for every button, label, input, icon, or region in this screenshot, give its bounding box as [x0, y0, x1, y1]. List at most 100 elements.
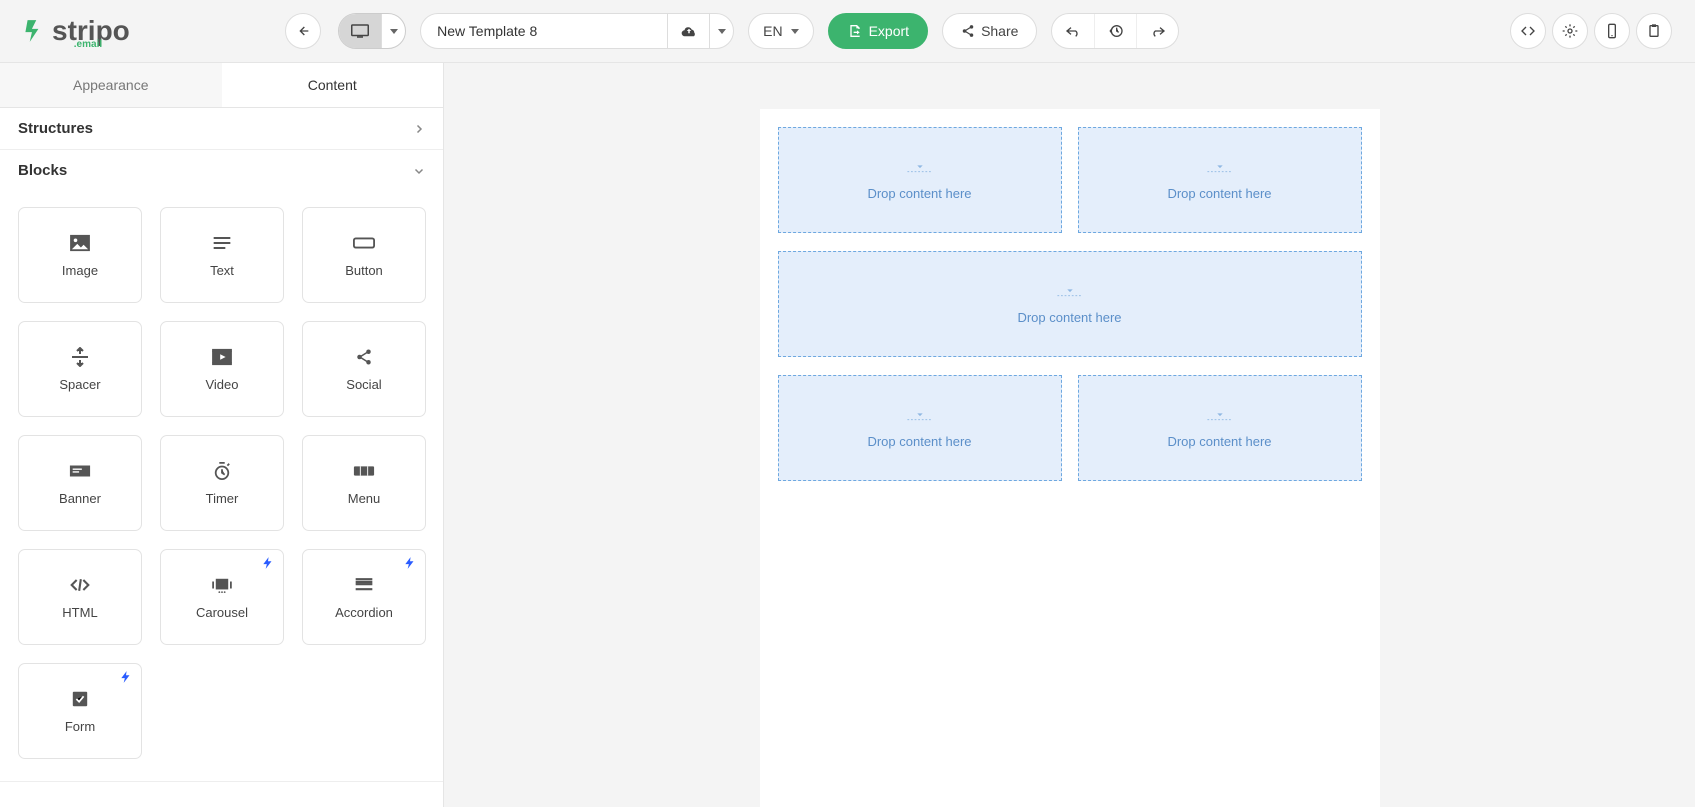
drop-text: Drop content here	[867, 434, 971, 449]
mobile-icon	[1604, 23, 1620, 39]
desktop-icon	[351, 24, 369, 38]
html-icon	[70, 577, 90, 593]
export-icon	[847, 23, 863, 39]
section-structures: Structures	[0, 108, 443, 150]
block-label: Timer	[206, 491, 239, 506]
history-icon	[1108, 23, 1124, 39]
drop-placeholder-icon	[1206, 408, 1234, 426]
chevron-down-icon	[390, 29, 398, 34]
structures-toggle[interactable]: Structures	[0, 108, 443, 149]
block-label: Spacer	[59, 377, 100, 392]
form-icon	[71, 690, 89, 708]
amp-bolt-icon	[261, 556, 275, 570]
device-preview-toggle	[338, 13, 406, 49]
block-button[interactable]: Button	[302, 207, 426, 303]
block-video[interactable]: Video	[160, 321, 284, 417]
drop-zone[interactable]: Drop content here	[1078, 375, 1362, 481]
history-group	[1051, 13, 1179, 49]
section-blocks: Blocks Image Text Button Spac	[0, 150, 443, 782]
language-label: EN	[763, 23, 782, 39]
blocks-grid: Image Text Button Spacer Video	[0, 191, 443, 781]
drop-placeholder-icon	[906, 160, 934, 178]
export-button[interactable]: Export	[828, 13, 928, 49]
share-button[interactable]: Share	[942, 13, 1037, 49]
brand-sub: .email	[74, 39, 102, 50]
email-body: Drop content here Drop content here Drop…	[760, 109, 1380, 807]
block-banner[interactable]: Banner	[18, 435, 142, 531]
drop-zone[interactable]: Drop content here	[778, 251, 1362, 357]
button-icon	[353, 237, 375, 249]
drop-zone[interactable]: Drop content here	[778, 127, 1062, 233]
text-icon	[212, 235, 232, 251]
main: Appearance Content Structures Blocks Ima…	[0, 63, 1695, 807]
block-form[interactable]: Form	[18, 663, 142, 759]
tab-content[interactable]: Content	[222, 63, 444, 107]
share-label: Share	[981, 23, 1018, 39]
block-menu[interactable]: Menu	[302, 435, 426, 531]
drop-placeholder-icon	[1206, 160, 1234, 178]
redo-button[interactable]	[1136, 14, 1178, 48]
block-label: Video	[205, 377, 238, 392]
drop-zone[interactable]: Drop content here	[778, 375, 1062, 481]
block-label: Form	[65, 719, 95, 734]
block-text[interactable]: Text	[160, 207, 284, 303]
toolbar: stripo .email EN Export	[0, 0, 1695, 63]
block-html[interactable]: HTML	[18, 549, 142, 645]
drop-zone[interactable]: Drop content here	[1078, 127, 1362, 233]
drop-text: Drop content here	[1167, 186, 1271, 201]
block-social[interactable]: Social	[302, 321, 426, 417]
arrow-left-icon	[295, 23, 311, 39]
block-label: Image	[62, 263, 98, 278]
block-accordion[interactable]: Accordion	[302, 549, 426, 645]
device-dropdown-button[interactable]	[381, 14, 405, 48]
blocks-toggle[interactable]: Blocks	[0, 150, 443, 191]
block-spacer[interactable]: Spacer	[18, 321, 142, 417]
accordion-icon	[354, 576, 374, 594]
block-label: Text	[210, 263, 234, 278]
clipboard-icon	[1646, 23, 1662, 39]
clipboard-button[interactable]	[1636, 13, 1672, 49]
block-label: Accordion	[335, 605, 393, 620]
block-image[interactable]: Image	[18, 207, 142, 303]
amp-bolt-icon	[403, 556, 417, 570]
language-button[interactable]: EN	[748, 13, 813, 49]
undo-icon	[1065, 24, 1081, 38]
structures-label: Structures	[18, 120, 93, 137]
drop-placeholder-icon	[1056, 284, 1084, 302]
mobile-preview-button[interactable]	[1594, 13, 1630, 49]
spacer-icon	[71, 347, 89, 367]
settings-button[interactable]	[1552, 13, 1588, 49]
template-name-input[interactable]	[421, 14, 667, 48]
share-icon	[961, 24, 975, 38]
banner-icon	[69, 464, 91, 478]
code-view-button[interactable]	[1510, 13, 1546, 49]
code-icon	[1520, 23, 1536, 39]
chevron-right-icon	[413, 123, 425, 135]
editor-canvas: Drop content here Drop content here Drop…	[444, 63, 1695, 807]
menu-icon	[353, 465, 375, 477]
amp-bolt-icon	[119, 670, 133, 684]
structure-row: Drop content here Drop content here	[778, 127, 1362, 233]
chevron-down-icon	[791, 29, 799, 34]
cloud-save-button[interactable]	[667, 14, 709, 48]
undo-button[interactable]	[1052, 14, 1094, 48]
tab-appearance[interactable]: Appearance	[0, 63, 222, 107]
back-button[interactable]	[285, 13, 321, 49]
sidebar: Appearance Content Structures Blocks Ima…	[0, 63, 444, 807]
social-icon	[355, 348, 373, 366]
sidebar-tabs: Appearance Content	[0, 63, 443, 108]
save-dropdown-button[interactable]	[709, 14, 733, 48]
block-timer[interactable]: Timer	[160, 435, 284, 531]
structure-row: Drop content here	[778, 251, 1362, 357]
drop-text: Drop content here	[1167, 434, 1271, 449]
block-carousel[interactable]: Carousel	[160, 549, 284, 645]
drop-text: Drop content here	[867, 186, 971, 201]
block-label: Banner	[59, 491, 101, 506]
block-label: Carousel	[196, 605, 248, 620]
desktop-view-button[interactable]	[339, 14, 381, 48]
block-label: Menu	[348, 491, 381, 506]
history-button[interactable]	[1094, 14, 1136, 48]
drop-text: Drop content here	[1017, 310, 1121, 325]
block-label: Button	[345, 263, 383, 278]
redo-icon	[1150, 24, 1166, 38]
